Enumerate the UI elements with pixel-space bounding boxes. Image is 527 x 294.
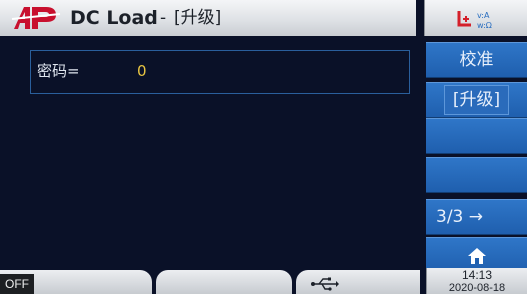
clock-time: 14:13 (461, 268, 493, 282)
password-label: 密码= (37, 62, 80, 80)
calibrate-softkey[interactable]: 校准 (426, 42, 527, 78)
password-value: 0 (137, 62, 147, 80)
home-icon (467, 248, 486, 264)
page-title: [升级] (174, 8, 222, 28)
upgrade-softkey[interactable]: [升级] (426, 82, 527, 118)
blank-softkey-4[interactable] (426, 157, 527, 193)
title-separator: - (160, 8, 167, 28)
status-tab-2 (156, 270, 292, 294)
instrument-screen: DC Load - [升级] v:A w:Ω 校准 [升级] 3/3 → 密码=… (0, 0, 527, 294)
clock-date: 2020-08-18 (448, 282, 506, 294)
page-softkey[interactable]: 3/3 → (426, 199, 527, 235)
clock: 14:13 2020-08-18 (426, 268, 527, 294)
svg-text:w:Ω: w:Ω (477, 21, 492, 30)
remote-status-panel: v:A w:Ω (424, 0, 527, 36)
title-bar: DC Load - [升级] (0, 0, 416, 36)
remote-sense-icon: v:A w:Ω (457, 11, 492, 30)
usb-icon (311, 277, 339, 291)
upgrade-softkey-label: [升级] (443, 85, 510, 115)
password-field[interactable]: 密码= 0 (30, 50, 410, 94)
svg-text:v:A: v:A (477, 11, 490, 20)
app-title: DC Load (70, 7, 158, 29)
output-state-badge: OFF (0, 274, 34, 294)
blank-softkey-3[interactable] (426, 118, 527, 154)
ap-logo (11, 7, 61, 29)
